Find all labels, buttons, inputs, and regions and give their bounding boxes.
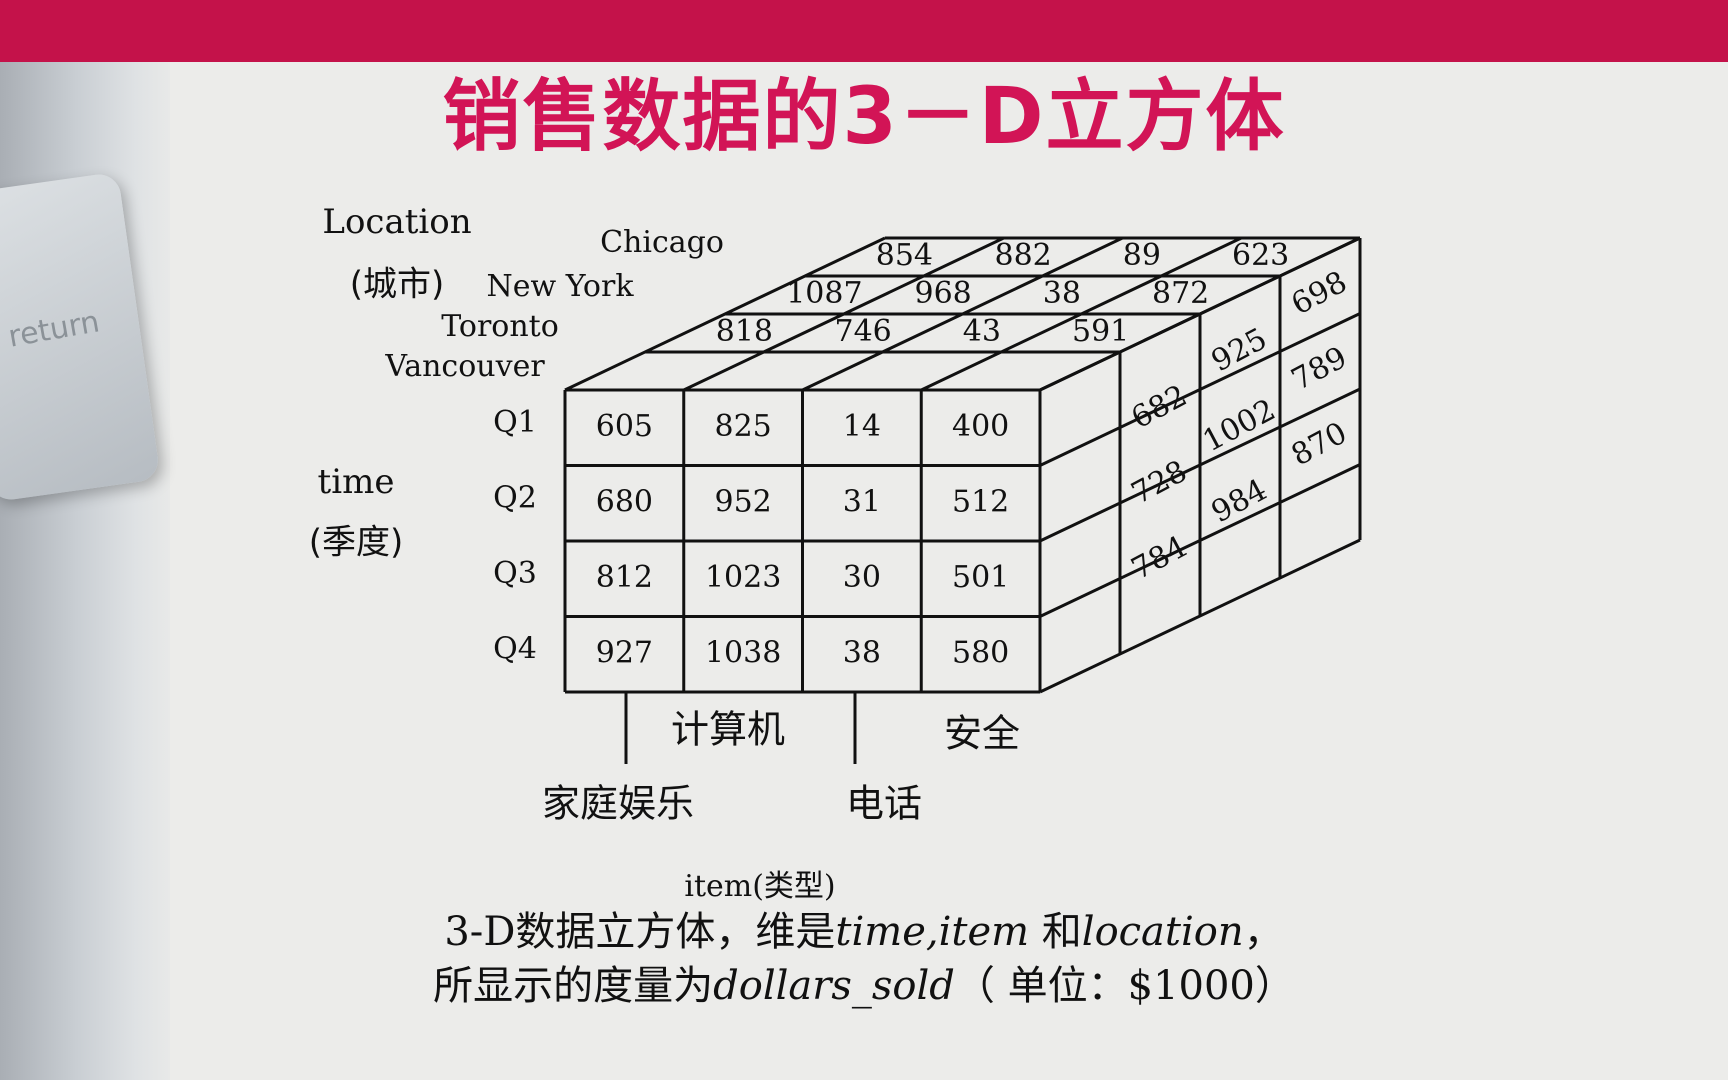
- item-label-phone: 电话: [846, 782, 922, 826]
- front-cell-value: 812: [596, 560, 653, 595]
- side-cell-value: 698: [1286, 265, 1353, 323]
- front-cell-value: 1023: [705, 560, 781, 595]
- side-cell-value: 728: [1126, 454, 1193, 512]
- front-cell-value: 1038: [705, 635, 781, 670]
- quarter-label: Q4: [493, 631, 537, 666]
- item-label-home-entertainment: 家庭娱乐: [542, 782, 694, 826]
- top-cell-value: 746: [834, 314, 891, 349]
- front-cell-value: 512: [952, 484, 1009, 519]
- quarter-label: Q3: [493, 556, 537, 591]
- front-cell-value: 31: [843, 484, 881, 519]
- top-cell-value: 89: [1123, 238, 1161, 273]
- axis-label-location: Location: [322, 202, 471, 242]
- caption-line-2: 所显示的度量为dollars_sold（ 单位：$1000）: [0, 959, 1728, 1013]
- top-cell-value: 872: [1152, 276, 1209, 311]
- top-cell-value: 882: [994, 238, 1051, 273]
- caption-text-1d: location: [1081, 909, 1244, 955]
- axis-label-location-cn: (城市): [350, 265, 445, 305]
- side-cell-value: 1002: [1197, 392, 1281, 459]
- side-cell-value: 682: [1126, 378, 1193, 436]
- front-cell-value: 927: [596, 635, 653, 670]
- cube-labels: 605 825 14 400 680 952 31 512 812 1023 30 501 927 103…: [309, 202, 1353, 904]
- top-cell-value: 43: [963, 314, 1001, 349]
- top-cell-value: 38: [1043, 276, 1081, 311]
- axis-label-time-cn: (季度): [309, 523, 404, 563]
- side-cell-value: 784: [1126, 529, 1193, 587]
- top-cell-value: 818: [716, 314, 773, 349]
- caption-text-2a: 所显示的度量为: [433, 963, 714, 1009]
- side-cell-value: 870: [1286, 416, 1353, 474]
- city-label: New York: [487, 269, 635, 304]
- front-cell-value: 952: [714, 484, 771, 519]
- axis-label-item: item(类型): [684, 869, 835, 904]
- front-cell-value: 825: [714, 409, 771, 444]
- city-label: Chicago: [600, 225, 724, 260]
- caption-text-1e: ，: [1243, 909, 1284, 955]
- caption-text-1b: time,item: [835, 909, 1030, 955]
- front-cell-value: 501: [952, 560, 1009, 595]
- top-cell-value: 623: [1232, 238, 1289, 273]
- front-cell-value: 38: [843, 635, 881, 670]
- item-label-computer: 计算机: [671, 708, 785, 752]
- axis-label-time: time: [318, 462, 395, 502]
- side-cell-value: 789: [1286, 340, 1353, 398]
- top-cell-value: 968: [914, 276, 971, 311]
- front-cell-value: 605: [596, 409, 653, 444]
- city-label: Vancouver: [384, 349, 545, 384]
- caption-line-1: 3-D数据立方体，维是time,item 和location，: [0, 905, 1728, 959]
- top-cell-value: 1087: [786, 276, 862, 311]
- top-cell-value: 591: [1072, 314, 1129, 349]
- figure-caption: 3-D数据立方体，维是time,item 和location， 所显示的度量为d…: [0, 905, 1728, 1013]
- front-cell-value: 400: [952, 409, 1009, 444]
- front-cell-value: 680: [596, 484, 653, 519]
- caption-text-1c: 和: [1029, 909, 1082, 955]
- city-label: Toronto: [441, 309, 559, 344]
- caption-text-1a: 3-D数据立方体，维是: [444, 909, 836, 955]
- top-cell-value: 854: [876, 238, 933, 273]
- front-cell-value: 14: [843, 409, 881, 444]
- front-cell-value: 30: [843, 560, 881, 595]
- caption-text-2c: （ 单位：$1000）: [954, 963, 1295, 1009]
- quarter-label: Q2: [493, 480, 537, 515]
- front-cell-value: 580: [952, 635, 1009, 670]
- item-label-security: 安全: [944, 712, 1020, 756]
- quarter-label: Q1: [493, 405, 537, 440]
- caption-text-2b: dollars_sold: [713, 963, 955, 1009]
